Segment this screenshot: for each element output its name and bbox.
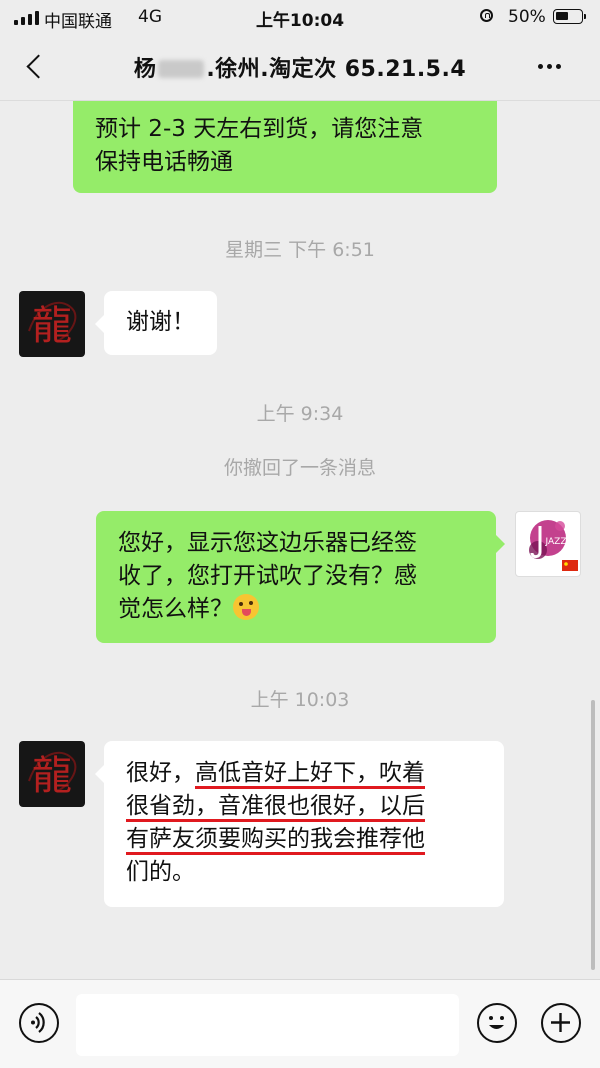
emoji-button[interactable] bbox=[477, 1003, 517, 1043]
message-input[interactable] bbox=[76, 994, 459, 1056]
chat-title: 杨 .徐州.淘定次 65.21.5.4 bbox=[0, 51, 600, 83]
message-line: 们的。 bbox=[126, 859, 195, 885]
smiley-icon bbox=[489, 1016, 504, 1029]
input-bar bbox=[0, 979, 600, 1068]
message-line: 保持电话畅通 bbox=[95, 149, 233, 175]
status-bar: 中国联通 4G 上午10:04 50% bbox=[0, 0, 600, 34]
message-line: 您好，显示您这边乐器已经签 bbox=[118, 530, 417, 556]
scrollbar[interactable] bbox=[591, 700, 595, 970]
received-message-thanks[interactable]: 谢谢！ bbox=[95, 291, 217, 355]
battery-percentage: 50% bbox=[508, 7, 546, 27]
contact-avatar[interactable]: 龍 bbox=[19, 741, 85, 807]
recalled-message-notice: 你撤回了一条消息 bbox=[223, 457, 376, 479]
message-line: 很好， bbox=[126, 760, 195, 786]
my-avatar[interactable]: JAZZ bbox=[515, 511, 581, 577]
sent-message-inquiry[interactable]: 您好，显示您这边乐器已经签 收了，您打开试吹了没有？感 觉怎么样？ bbox=[96, 511, 505, 643]
timestamp: 星期三 下午 6:51 bbox=[225, 239, 375, 261]
chat-title-suffix: .徐州.淘定次 65.21.5.4 bbox=[206, 57, 467, 82]
orientation-lock-icon bbox=[480, 9, 493, 22]
chat-title-prefix: 杨 bbox=[133, 57, 157, 82]
message-line: 预计 2-3 天左右到货，请您注意 bbox=[95, 116, 424, 142]
voice-input-button[interactable] bbox=[19, 1003, 59, 1043]
contact-avatar[interactable]: 龍 bbox=[19, 291, 85, 357]
more-options-button[interactable] bbox=[538, 64, 561, 69]
more-functions-button[interactable] bbox=[541, 1003, 581, 1043]
battery-icon bbox=[553, 9, 586, 24]
underlined-text: 很省劲，音准很也很好，以后 bbox=[126, 793, 425, 819]
svg-text:龍: 龍 bbox=[32, 303, 72, 349]
winking-tongue-emoji-icon bbox=[233, 594, 259, 620]
message-line: 觉怎么样？ bbox=[118, 596, 233, 622]
redacted-name bbox=[158, 60, 205, 78]
dragon-logo-icon: 龍 bbox=[28, 301, 77, 349]
svg-text:JAZZ: JAZZ bbox=[545, 537, 567, 547]
message-list[interactable]: 预计 2-3 天左右到货，请您注意 保持电话畅通 星期三 下午 6:51 龍 谢… bbox=[0, 101, 600, 979]
sent-message-delivery[interactable]: 预计 2-3 天左右到货，请您注意 保持电话畅通 bbox=[73, 101, 497, 193]
received-message-review[interactable]: 很好，高低音好上好下，吹着 很省劲，音准很也很好，以后 有萨友须要购买的我会推荐… bbox=[95, 741, 504, 907]
message-line: 收了，您打开试吹了没有？感 bbox=[118, 563, 417, 589]
underlined-text: 有萨友须要购买的我会推荐他 bbox=[126, 826, 425, 852]
message-text: 谢谢！ bbox=[126, 309, 195, 335]
timestamp: 上午 10:03 bbox=[250, 689, 350, 711]
jazz-logo-icon: JAZZ bbox=[529, 520, 578, 571]
voice-icon bbox=[31, 1012, 45, 1033]
underlined-text: 高低音好上好下，吹着 bbox=[195, 760, 425, 786]
plus-icon bbox=[551, 1013, 570, 1032]
chat-header: 杨 .徐州.淘定次 65.21.5.4 bbox=[0, 34, 600, 101]
timestamp: 上午 9:34 bbox=[256, 403, 344, 425]
dragon-logo-icon: 龍 bbox=[28, 751, 77, 799]
svg-text:龍: 龍 bbox=[32, 753, 72, 799]
